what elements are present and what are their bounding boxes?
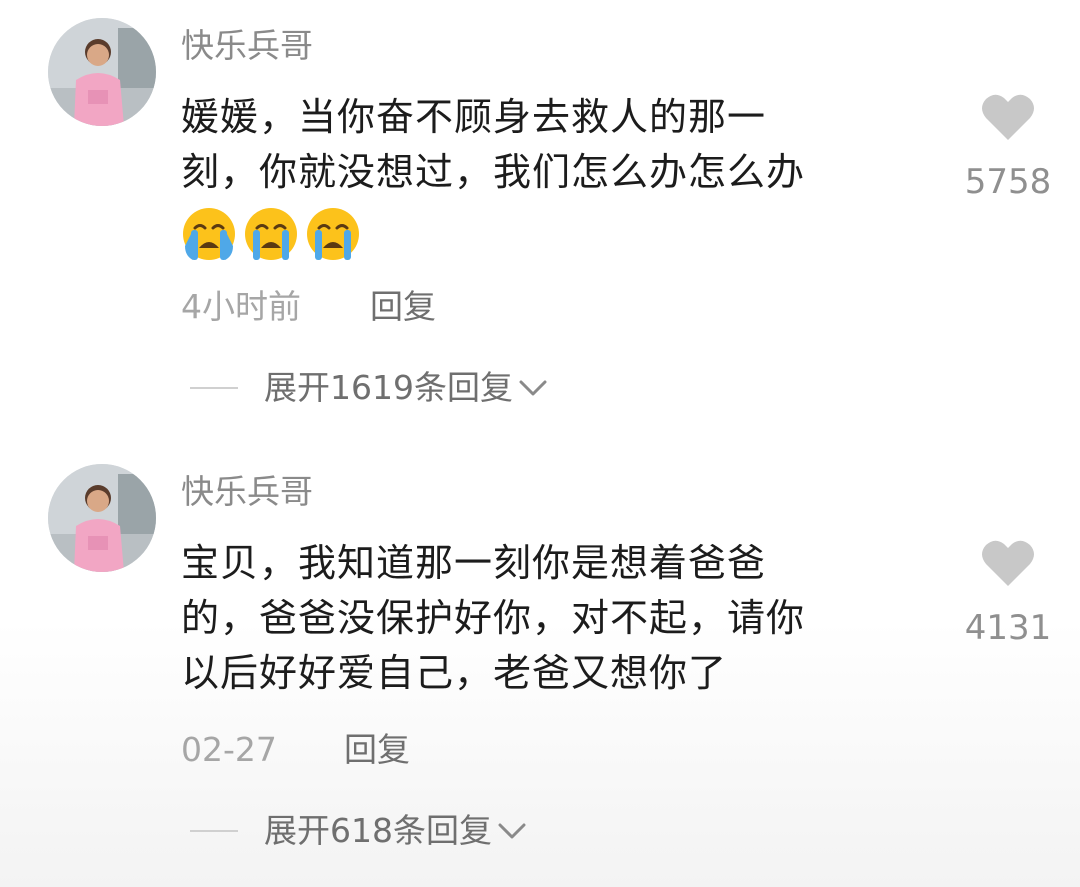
like-button[interactable]: 5758 bbox=[960, 92, 1056, 202]
comment-username[interactable]: 快乐兵哥 bbox=[181, 24, 313, 68]
comment-time: 02-27 bbox=[181, 730, 277, 769]
heart-icon[interactable] bbox=[980, 92, 1036, 142]
like-button[interactable]: 4131 bbox=[960, 538, 1056, 648]
crying-emoji-icon bbox=[307, 208, 359, 260]
like-count: 4131 bbox=[964, 608, 1052, 648]
comment-text: 媛媛，当你奋不顾身去救人的那一 刻，你就没想过，我们怎么办怎么办 bbox=[181, 90, 921, 200]
comment-time: 4小时前 bbox=[181, 287, 301, 326]
comment-text: 宝贝，我知道那一刻你是想着爸爸 的，爸爸没保护好你，对不起，请你 以后好好爱自己… bbox=[181, 536, 921, 701]
avatar[interactable] bbox=[48, 18, 156, 126]
divider-line bbox=[190, 387, 238, 389]
crying-emoji-icon bbox=[245, 208, 297, 260]
divider-line bbox=[190, 830, 238, 832]
like-count: 5758 bbox=[964, 162, 1052, 202]
avatar[interactable] bbox=[48, 464, 156, 572]
comment-username[interactable]: 快乐兵哥 bbox=[181, 470, 313, 514]
chevron-down-icon[interactable] bbox=[496, 819, 528, 843]
heart-icon[interactable] bbox=[980, 538, 1036, 588]
reply-button[interactable]: 回复 bbox=[370, 285, 436, 329]
reply-button[interactable]: 回复 bbox=[344, 728, 410, 772]
crying-emoji-icon bbox=[183, 208, 235, 260]
comment-text-line: 的，爸爸没保护好你，对不起，请你 bbox=[181, 596, 806, 640]
expand-replies-label[interactable]: 展开1619条回复 bbox=[264, 366, 513, 410]
expand-replies[interactable]: 展开618条回复 bbox=[190, 809, 528, 853]
emoji-row bbox=[181, 206, 361, 262]
expand-replies[interactable]: 展开1619条回复 bbox=[190, 366, 549, 410]
comment-text-line: 宝贝，我知道那一刻你是想着爸爸 bbox=[181, 541, 767, 585]
chevron-down-icon[interactable] bbox=[517, 376, 549, 400]
comment-text-line: 以后好好爱自己，老爸又想你了 bbox=[181, 651, 728, 695]
comment-text-line: 刻，你就没想过，我们怎么办怎么办 bbox=[181, 150, 806, 194]
comment-text-line: 媛媛，当你奋不顾身去救人的那一 bbox=[181, 95, 767, 139]
expand-replies-label[interactable]: 展开618条回复 bbox=[264, 809, 492, 853]
